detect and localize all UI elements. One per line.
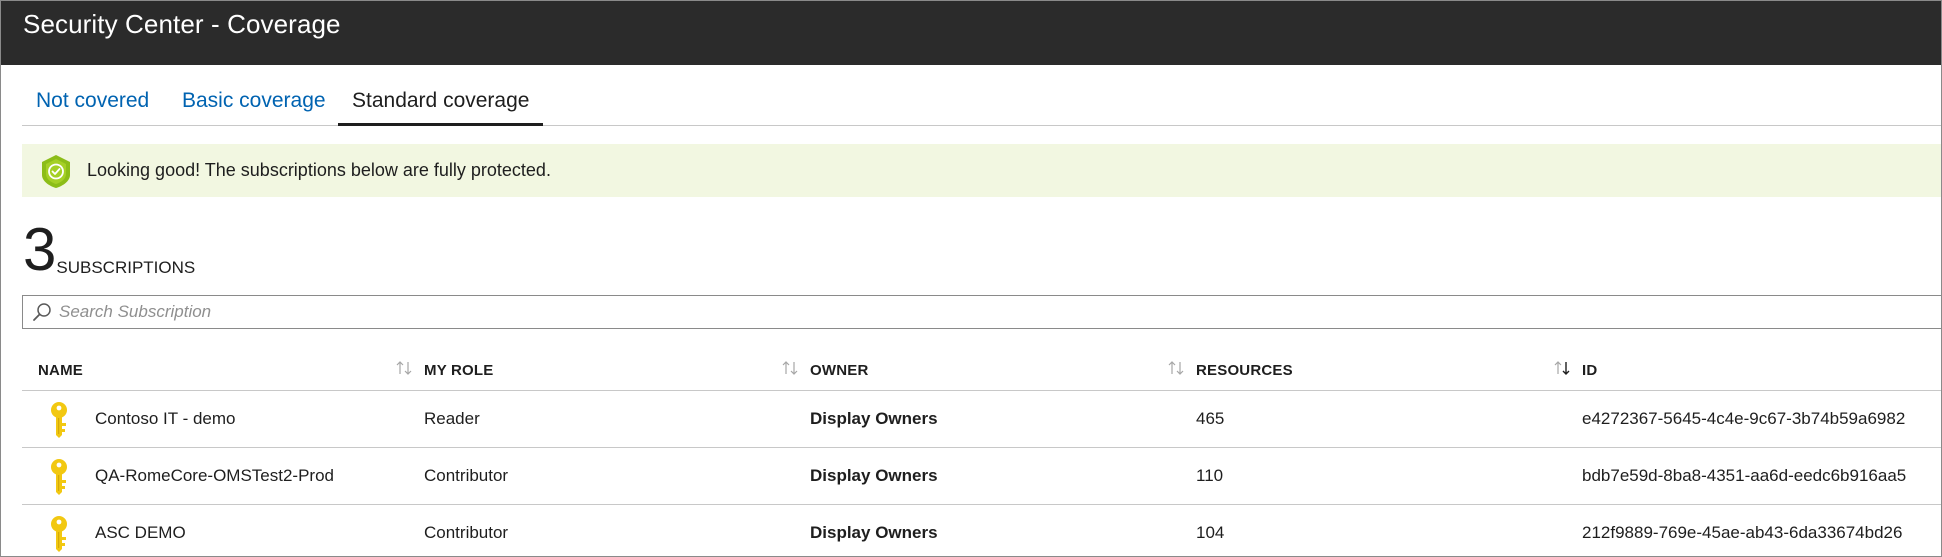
subscription-count: 3SUBSCRIPTIONS: [23, 217, 195, 283]
subscription-resources: 110: [1196, 466, 1224, 485]
display-owners-link[interactable]: Display Owners: [810, 409, 938, 429]
subscription-id: bdb7e59d-8ba8-4351-aa6d-eedc6b916aa5: [1582, 466, 1907, 485]
subscription-count-number: 3: [23, 216, 56, 283]
coverage-tabs: Not covered Basic coverage Standard cove…: [22, 85, 1941, 126]
column-header-id[interactable]: ID: [1582, 351, 1922, 381]
subscription-resources: 465: [1196, 409, 1225, 428]
subscription-count-label: SUBSCRIPTIONS: [56, 258, 196, 277]
search-input[interactable]: [59, 298, 1859, 326]
search-icon: [33, 303, 51, 321]
table-header: NAME MY ROLE OWNER RESOURCES ID: [22, 339, 1941, 391]
column-label-resources: RESOURCES: [1196, 362, 1293, 379]
subscription-name[interactable]: Contoso IT - demo: [95, 409, 235, 429]
column-header-name[interactable]: NAME: [38, 351, 412, 381]
title-bar: Security Center - Coverage: [1, 1, 1941, 65]
sort-descending-icon[interactable]: [1552, 359, 1572, 377]
sort-icon[interactable]: [1166, 359, 1186, 377]
status-message: Looking good! The subscriptions below ar…: [87, 160, 551, 180]
table-row[interactable]: QA-RomeCore-OMSTest2-Prod Contributor Di…: [22, 448, 1941, 505]
column-label-my-role: MY ROLE: [424, 362, 494, 379]
subscription-name[interactable]: ASC DEMO: [95, 523, 186, 543]
search-box[interactable]: [22, 295, 1941, 329]
key-icon: [51, 402, 67, 438]
display-owners-link[interactable]: Display Owners: [810, 523, 938, 543]
subscription-id: e4272367-5645-4c4e-9c67-3b74b59a6982: [1582, 409, 1906, 428]
key-icon: [51, 459, 67, 495]
tab-basic-coverage[interactable]: Basic coverage: [168, 85, 340, 125]
column-header-my-role[interactable]: MY ROLE: [424, 351, 798, 381]
tab-standard-coverage[interactable]: Standard coverage: [338, 85, 544, 126]
column-label-owner: OWNER: [810, 362, 869, 379]
table-row[interactable]: Contoso IT - demo Reader Display Owners …: [22, 391, 1941, 448]
subscription-resources: 104: [1196, 523, 1225, 542]
subscription-name[interactable]: QA-RomeCore-OMSTest2-Prod: [95, 466, 334, 486]
subscription-role: Contributor: [424, 523, 509, 542]
column-label-name: NAME: [38, 362, 83, 379]
status-banner: Looking good! The subscriptions below ar…: [22, 144, 1941, 197]
subscription-role: Contributor: [424, 466, 509, 485]
subscription-id: 212f9889-769e-45ae-ab43-6da33674bd26: [1582, 523, 1903, 542]
column-header-owner[interactable]: OWNER: [810, 351, 1184, 381]
blade-title: Security Center - Coverage: [23, 9, 341, 39]
column-label-id: ID: [1582, 362, 1598, 379]
sort-icon[interactable]: [780, 359, 800, 377]
shield-check-icon: [42, 155, 70, 188]
tab-not-covered[interactable]: Not covered: [22, 85, 163, 125]
coverage-blade: Security Center - Coverage Not covered B…: [0, 0, 1942, 557]
key-icon: [51, 516, 67, 552]
subscription-role: Reader: [424, 409, 480, 428]
display-owners-link[interactable]: Display Owners: [810, 466, 938, 486]
table-row[interactable]: ASC DEMO Contributor Display Owners 104 …: [22, 505, 1941, 556]
sort-icon[interactable]: [394, 359, 414, 377]
column-header-resources[interactable]: RESOURCES: [1196, 351, 1570, 381]
